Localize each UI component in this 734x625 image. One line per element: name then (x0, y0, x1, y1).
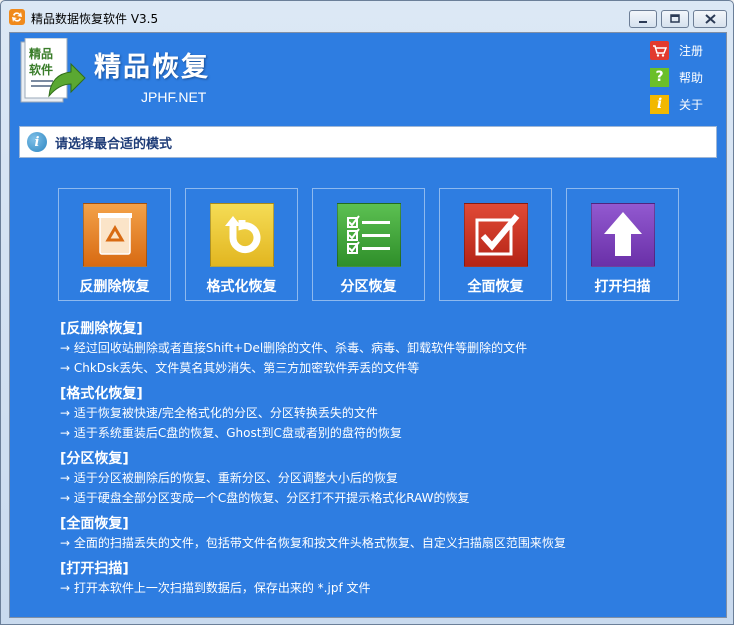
recycle-bin-icon (83, 203, 147, 267)
info-icon: i (650, 94, 669, 114)
maximize-button[interactable] (661, 10, 689, 28)
partition-line-1: → 适于分区被删除后的恢复、重新分区、分区调整大小后的恢复 (60, 471, 398, 485)
partition-heading: [分区恢复] (60, 451, 129, 467)
close-icon (704, 14, 716, 24)
upload-arrow-icon (591, 203, 655, 267)
logo-text-1: 精品 (29, 46, 53, 61)
undelete-heading: [反删除恢复] (60, 321, 143, 337)
partition-recovery-button[interactable]: 分区恢复 (312, 188, 425, 301)
brand-title: 精品恢复 (94, 52, 210, 83)
partition-recovery-label: 分区恢复 (340, 279, 397, 295)
info-circle-icon: i (27, 132, 47, 152)
maximize-icon (670, 14, 680, 23)
register-label: 注册 (679, 43, 704, 58)
full-recovery-label: 全面恢复 (467, 279, 524, 295)
format-heading: [格式化恢复] (60, 386, 143, 402)
format-line-2: → 适于系统重装后C盘的恢复、Ghost到C盘或者别的盘符的恢复 (60, 426, 402, 440)
undelete-recovery-button[interactable]: 反删除恢复 (58, 188, 171, 301)
register-link[interactable]: 注册 (650, 40, 703, 60)
logo-icon: 精品 软件 (20, 38, 86, 103)
open-scan-line-1: → 打开本软件上一次扫描到数据后，保存出来的 *.jpf 文件 (60, 581, 371, 595)
logo-text-2: 软件 (29, 62, 53, 77)
checkmark-icon (464, 203, 528, 267)
mode-prompt-bar: i 请选择最合适的模式 (19, 126, 717, 158)
checklist-icon (337, 203, 401, 267)
full-line-1: → 全面的扫描丢失的文件，包括带文件名恢复和按文件头格式恢复、自定义扫描扇区范围… (60, 536, 566, 550)
undelete-line-2: → ChkDsk丢失、文件莫名其妙消失、第三方加密软件弄丢的文件等 (60, 361, 420, 375)
about-label: 关于 (679, 97, 704, 112)
format-line-1: → 适于恢复被快速/完全格式化的分区、分区转换丢失的文件 (60, 406, 378, 420)
format-recovery-label: 格式化恢复 (206, 279, 277, 295)
about-link[interactable]: i 关于 (650, 94, 703, 114)
close-button[interactable] (693, 10, 727, 28)
undelete-line-1: → 经过回收站删除或者直接Shift+Del删除的文件、杀毒、病毒、卸载软件等删… (60, 341, 528, 355)
mode-prompt-text: 请选择最合适的模式 (55, 136, 173, 152)
app-icon (9, 9, 25, 25)
full-recovery-button[interactable]: 全面恢复 (439, 188, 552, 301)
undelete-recovery-label: 反删除恢复 (79, 279, 150, 295)
partition-line-2: → 适于硬盘全部分区变成一个C盘的恢复、分区打不开提示格式化RAW的恢复 (60, 491, 470, 505)
help-label: 帮助 (679, 70, 704, 85)
refresh-icon (210, 203, 274, 267)
title-bar[interactable]: 精品数据恢复软件 V3.5 (1, 1, 733, 33)
minimize-button[interactable] (629, 10, 657, 28)
cart-icon (650, 40, 669, 60)
open-scan-label: 打开扫描 (594, 279, 651, 295)
minimize-icon (639, 21, 647, 23)
app-window: 精品数据恢复软件 V3.5 精品 软件 精品恢复 JPHF.NET 注册 ? 帮… (0, 0, 734, 625)
open-scan-button[interactable]: 打开扫描 (566, 188, 679, 301)
full-heading: [全面恢复] (60, 516, 129, 532)
brand-url: JPHF.NET (141, 89, 207, 105)
format-recovery-button[interactable]: 格式化恢复 (185, 188, 298, 301)
main-panel: 精品 软件 精品恢复 JPHF.NET 注册 ? 帮助 i 关于 i 请选择最合… (9, 32, 727, 618)
question-icon: ? (650, 67, 669, 87)
help-link[interactable]: ? 帮助 (650, 67, 703, 87)
window-title: 精品数据恢复软件 V3.5 (31, 12, 159, 26)
open-scan-heading: [打开扫描] (60, 561, 129, 577)
